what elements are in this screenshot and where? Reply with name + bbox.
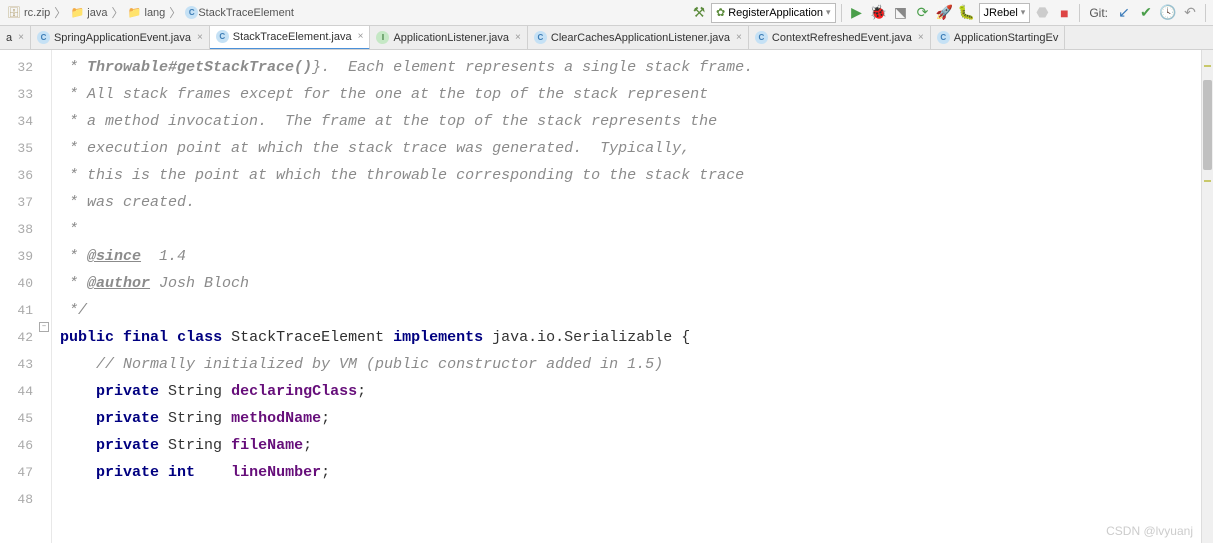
main-toolbar: 🗄rc.zip 〉 📁java 〉 📁lang 〉 CStackTraceEle… <box>0 0 1213 26</box>
close-icon[interactable]: × <box>197 32 203 43</box>
folder-icon: 📁 <box>70 6 84 20</box>
tab-partial-left[interactable]: a× <box>0 26 31 50</box>
profile-icon[interactable]: ⟳ <box>913 2 933 24</box>
line-number[interactable]: 32 <box>0 54 33 81</box>
scrollbar-marker[interactable] <box>1204 180 1211 182</box>
vertical-scrollbar[interactable] <box>1201 50 1213 543</box>
close-icon[interactable]: × <box>736 32 742 43</box>
run-icon[interactable]: ▶ <box>847 2 867 24</box>
breadcrumb-item-rczip[interactable]: 🗄rc.zip <box>4 6 53 20</box>
breadcrumb-item-lang[interactable]: 📁lang <box>125 6 169 20</box>
git-revert-icon[interactable]: ↶ <box>1180 2 1200 24</box>
tab-application-listener[interactable]: IApplicationListener.java× <box>370 26 527 50</box>
interface-icon: I <box>376 31 389 44</box>
scrollbar-marker[interactable] <box>1204 65 1211 67</box>
debug-icon[interactable]: 🐞 <box>869 2 889 24</box>
tab-context-refreshed-event[interactable]: CContextRefreshedEvent.java× <box>749 26 931 50</box>
tab-clear-caches-listener[interactable]: CClearCachesApplicationListener.java× <box>528 26 749 50</box>
code-area[interactable]: * Throwable#getStackTrace()}. Each eleme… <box>52 50 1213 543</box>
spring-icon: ✿ <box>716 6 725 19</box>
class-icon: C <box>534 31 547 44</box>
archive-icon: 🗄 <box>7 6 21 20</box>
git-history-icon[interactable]: 🕓 <box>1158 2 1178 24</box>
line-number[interactable]: 47 <box>0 459 33 486</box>
tab-spring-application-event[interactable]: CSpringApplicationEvent.java× <box>31 26 210 50</box>
class-icon: C <box>937 31 950 44</box>
editor-tabs: a× CSpringApplicationEvent.java× CStackT… <box>0 26 1213 50</box>
chevron-down-icon: ▾ <box>826 7 831 18</box>
breadcrumb-item-class[interactable]: CStackTraceElement <box>182 6 297 19</box>
line-number[interactable]: 34 <box>0 108 33 135</box>
run-config-dropdown[interactable]: ✿ RegisterApplication ▾ <box>711 3 836 23</box>
attach-icon[interactable]: ⬣ <box>1032 2 1052 24</box>
editor: 32 33 34 35 36 37 38 39 40 41 42 43 44 4… <box>0 50 1213 543</box>
folder-icon: 📁 <box>128 6 142 20</box>
line-number[interactable]: 39 <box>0 243 33 270</box>
line-number[interactable]: 41 <box>0 297 33 324</box>
breadcrumb-item-java[interactable]: 📁java <box>67 6 110 20</box>
chevron-right-icon: 〉 <box>111 4 123 21</box>
jrebel-debug-icon[interactable]: 🐛 <box>957 2 977 24</box>
line-number[interactable]: 46 <box>0 432 33 459</box>
close-icon[interactable]: × <box>515 32 521 43</box>
class-icon: C <box>755 31 768 44</box>
git-commit-icon[interactable]: ✔ <box>1136 2 1156 24</box>
line-number[interactable]: 36 <box>0 162 33 189</box>
line-number[interactable]: 33 <box>0 81 33 108</box>
coverage-icon[interactable]: ⬔ <box>891 2 911 24</box>
line-number[interactable]: 37 <box>0 189 33 216</box>
watermark: CSDN @lvyuanj <box>1106 524 1193 538</box>
jrebel-dropdown[interactable]: JRebel ▾ <box>979 3 1031 23</box>
line-number[interactable]: 48 <box>0 486 33 513</box>
class-icon: C <box>37 31 50 44</box>
line-gutter[interactable]: 32 33 34 35 36 37 38 39 40 41 42 43 44 4… <box>0 50 52 543</box>
line-number[interactable]: 45 <box>0 405 33 432</box>
breadcrumb[interactable]: 🗄rc.zip 〉 📁java 〉 📁lang 〉 CStackTraceEle… <box>4 4 297 21</box>
class-icon: C <box>216 30 229 43</box>
scrollbar-thumb[interactable] <box>1203 80 1212 170</box>
line-number[interactable]: 43 <box>0 351 33 378</box>
line-number[interactable]: 35 <box>0 135 33 162</box>
line-number[interactable]: 42 <box>0 324 33 351</box>
jrebel-run-icon[interactable]: 🚀 <box>935 2 955 24</box>
line-number[interactable]: 38 <box>0 216 33 243</box>
class-icon: C <box>185 6 198 19</box>
git-update-icon[interactable]: ↙ <box>1114 2 1134 24</box>
close-icon[interactable]: × <box>358 31 364 42</box>
close-icon[interactable]: × <box>18 32 24 43</box>
chevron-down-icon: ▾ <box>1021 7 1026 18</box>
chevron-right-icon: 〉 <box>169 4 181 21</box>
line-number[interactable]: 44 <box>0 378 33 405</box>
git-label: Git: <box>1085 6 1112 20</box>
hammer-icon[interactable]: ⚒ <box>689 2 709 24</box>
fold-icon[interactable]: – <box>39 322 49 332</box>
chevron-right-icon: 〉 <box>54 4 66 21</box>
line-number[interactable]: 40 <box>0 270 33 297</box>
close-icon[interactable]: × <box>918 32 924 43</box>
tab-application-starting[interactable]: CApplicationStartingEv <box>931 26 1066 50</box>
tab-stack-trace-element[interactable]: CStackTraceElement.java× <box>210 26 371 50</box>
stop-icon[interactable]: ■ <box>1054 2 1074 24</box>
